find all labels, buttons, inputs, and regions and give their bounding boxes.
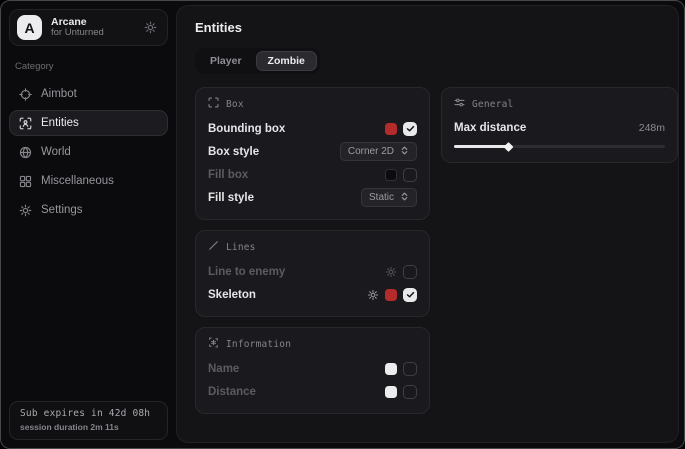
general-card-title: General [472, 99, 513, 110]
bounding-box-color-swatch[interactable] [385, 123, 397, 135]
distance-row: Distance [208, 380, 417, 403]
sidebar-item-label: Entities [41, 117, 79, 129]
bounding-box-row: Bounding box [208, 117, 417, 140]
box-card-title: Box [226, 99, 244, 110]
category-label: Category [15, 61, 168, 72]
brand-text: Arcane for Unturned [51, 16, 135, 39]
general-card-header: General [454, 97, 665, 111]
bounding-box-checkbox[interactable] [403, 122, 417, 136]
skeleton-checkbox[interactable] [403, 288, 417, 302]
line-to-enemy-row: Line to enemy [208, 260, 417, 283]
fill-style-label: Fill style [208, 192, 254, 204]
lines-card-header: Lines [208, 240, 417, 254]
app-window: A Arcane for Unturned Category [0, 0, 685, 449]
line-to-enemy-checkbox[interactable] [403, 265, 417, 279]
sidebar-item-world[interactable]: World [9, 139, 168, 165]
left-column: Box Bounding box Box style [195, 87, 430, 414]
box-scan-icon [208, 95, 219, 113]
name-label: Name [208, 363, 239, 375]
box-style-row: Box style Corner 2D [208, 140, 417, 163]
general-card: General Max distance 248m [441, 87, 678, 163]
lines-card: Lines Line to enemy [195, 230, 430, 317]
slider-thumb[interactable] [503, 142, 513, 152]
gear-icon [19, 204, 32, 217]
right-column: General Max distance 248m [441, 87, 678, 163]
fill-box-checkbox[interactable] [403, 168, 417, 182]
globe-icon [19, 146, 32, 159]
sidebar-item-label: World [41, 146, 71, 158]
line-to-enemy-label: Line to enemy [208, 266, 285, 278]
box-style-value: Corner 2D [348, 146, 394, 157]
fill-box-label: Fill box [208, 169, 248, 181]
skeleton-row: Skeleton [208, 283, 417, 306]
page-title: Entities [195, 20, 678, 35]
sidebar-item-label: Aimbot [41, 88, 77, 100]
max-distance-row: Max distance 248m [454, 117, 665, 138]
fill-style-value: Static [369, 192, 394, 203]
name-checkbox[interactable] [403, 362, 417, 376]
subscription-box: Sub expires in 42d 08h session duration … [9, 401, 168, 440]
box-style-dropdown[interactable]: Corner 2D [340, 142, 417, 161]
sliders-icon [454, 95, 465, 113]
sidebar-item-settings[interactable]: Settings [9, 197, 168, 223]
sidebar-item-label: Settings [41, 204, 83, 216]
sub-expires-text: Sub expires in 42d 08h [20, 408, 157, 419]
skeleton-color-swatch[interactable] [385, 289, 397, 301]
sidebar-item-miscellaneous[interactable]: Miscellaneous [9, 168, 168, 194]
sidebar-item-aimbot[interactable]: Aimbot [9, 81, 168, 107]
session-duration-text: session duration 2m 11s [20, 422, 157, 432]
skeleton-label: Skeleton [208, 289, 256, 301]
max-distance-value: 248m [639, 122, 665, 134]
fill-box-row: Fill box [208, 163, 417, 186]
entity-scan-icon [19, 117, 32, 130]
max-distance-label: Max distance [454, 122, 526, 134]
distance-label: Distance [208, 386, 256, 398]
line-icon [208, 238, 219, 256]
distance-color-swatch[interactable] [385, 386, 397, 398]
max-distance-slider[interactable] [454, 145, 665, 148]
chevrons-updown-icon [400, 146, 409, 158]
brand-gear-icon[interactable] [144, 21, 157, 34]
tab-bar: Player Zombie [195, 48, 320, 74]
crosshair-icon [19, 88, 32, 101]
information-card: Information Name Distance [195, 327, 430, 414]
name-row: Name [208, 357, 417, 380]
tab-zombie[interactable]: Zombie [256, 51, 317, 71]
app-logo: A [17, 15, 42, 40]
name-color-swatch[interactable] [385, 363, 397, 375]
slider-fill [454, 145, 508, 148]
lines-card-title: Lines [226, 242, 256, 253]
fill-style-row: Fill style Static [208, 186, 417, 209]
box-card: Box Bounding box Box style [195, 87, 430, 220]
box-style-label: Box style [208, 146, 259, 158]
tab-player[interactable]: Player [198, 51, 254, 71]
line-to-enemy-settings-icon[interactable] [385, 266, 397, 278]
fill-style-dropdown[interactable]: Static [361, 188, 417, 207]
box-card-header: Box [208, 97, 417, 111]
grid-icon [19, 175, 32, 188]
app-subtitle: for Unturned [51, 28, 135, 39]
sidebar-nav: Aimbot Entities [9, 81, 168, 223]
information-icon [208, 335, 219, 353]
sidebar-item-label: Miscellaneous [41, 175, 114, 187]
information-card-header: Information [208, 337, 417, 351]
information-card-title: Information [226, 339, 291, 350]
skeleton-settings-icon[interactable] [367, 289, 379, 301]
sidebar: A Arcane for Unturned Category [1, 1, 176, 448]
bounding-box-label: Bounding box [208, 123, 285, 135]
fill-box-color-swatch[interactable] [385, 169, 397, 181]
content-columns: Box Bounding box Box style [195, 87, 678, 414]
sidebar-item-entities[interactable]: Entities [9, 110, 168, 136]
distance-checkbox[interactable] [403, 385, 417, 399]
chevrons-updown-icon [400, 192, 409, 204]
main-panel: Entities Player Zombie Box [176, 5, 679, 443]
brand-card: A Arcane for Unturned [9, 9, 168, 46]
